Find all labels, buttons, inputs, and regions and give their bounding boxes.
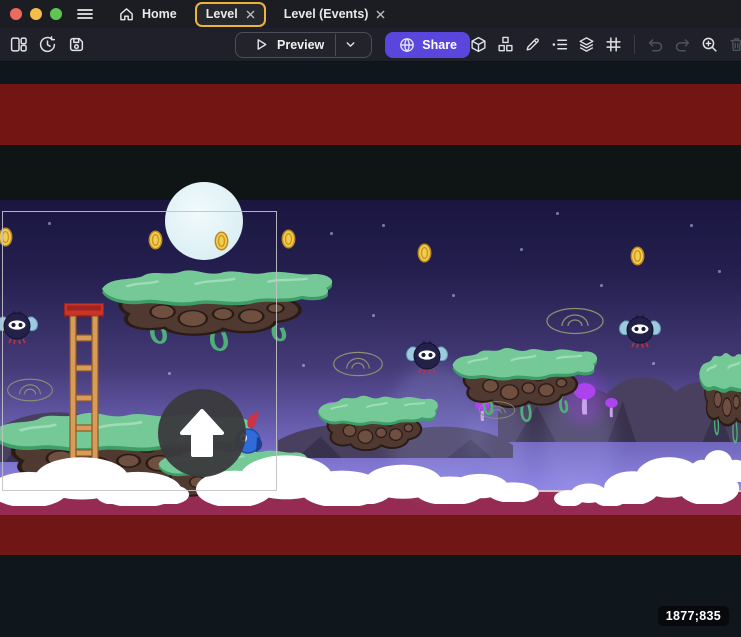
history-icon[interactable] [39, 36, 56, 53]
star [372, 314, 375, 317]
title-bar: Home Level Level (Events) [0, 0, 741, 28]
zoom-in-icon[interactable] [701, 36, 718, 53]
coin[interactable] [417, 243, 432, 263]
traffic-lights [10, 8, 62, 20]
layers-icon[interactable] [578, 36, 595, 53]
eye-marker[interactable] [545, 306, 605, 336]
cloud[interactable] [554, 482, 628, 506]
traffic-light-maximize[interactable] [50, 8, 62, 20]
tab-level-events[interactable]: Level (Events) [271, 0, 399, 28]
divider [634, 35, 635, 54]
instances-list-icon[interactable] [551, 36, 568, 53]
star [520, 248, 523, 251]
coin[interactable] [281, 229, 296, 249]
floating-island[interactable] [698, 348, 741, 456]
objects-cube-icon[interactable] [470, 36, 487, 53]
share-label: Share [422, 38, 457, 52]
chevron-down-icon[interactable] [336, 38, 365, 51]
tab-home-label: Home [142, 7, 177, 21]
close-tab-icon[interactable] [376, 10, 385, 19]
close-tab-icon[interactable] [246, 10, 255, 19]
main-menu-icon[interactable] [76, 6, 94, 22]
star [600, 284, 603, 287]
star [452, 294, 455, 297]
undo-icon [647, 36, 664, 53]
eye-marker[interactable] [478, 400, 516, 420]
star [382, 224, 385, 227]
redo-icon [674, 36, 691, 53]
bat-enemy[interactable] [617, 312, 663, 350]
star [718, 270, 721, 273]
tab-level[interactable]: Level [195, 2, 266, 27]
globe-icon [398, 36, 415, 53]
eye-marker[interactable] [332, 350, 384, 378]
play-icon [253, 36, 270, 53]
home-icon [119, 7, 134, 22]
save-icon[interactable] [68, 36, 85, 53]
traffic-light-close[interactable] [10, 8, 22, 20]
top-red-band [0, 84, 741, 145]
floating-island[interactable] [450, 344, 602, 432]
preview-label: Preview [277, 38, 324, 52]
preview-button[interactable]: Preview [235, 32, 372, 58]
bat-enemy[interactable] [404, 338, 450, 376]
scene-editor-canvas[interactable]: 1877;835 [0, 62, 741, 637]
grid-icon[interactable] [605, 36, 622, 53]
app-window: Home Level Level (Events) [0, 0, 741, 637]
tab-home[interactable]: Home [106, 0, 190, 28]
panels-icon[interactable] [10, 36, 27, 53]
tab-level-label: Level [206, 7, 238, 21]
top-dark-band [0, 145, 741, 200]
star [556, 212, 559, 215]
floating-island[interactable] [316, 392, 442, 452]
star [690, 224, 693, 227]
tab-level-events-label: Level (Events) [284, 7, 369, 21]
mushroom[interactable] [604, 396, 618, 418]
cloud[interactable] [426, 472, 541, 502]
edit-pencil-icon[interactable] [524, 36, 541, 53]
up-arrow-button[interactable] [158, 389, 246, 477]
toolbar: Preview Share [0, 28, 741, 62]
cursor-coordinates-badge: 1877;835 [658, 606, 729, 626]
cloud[interactable] [690, 448, 741, 482]
ground-dark-red-band [0, 515, 741, 555]
star [330, 232, 333, 235]
object-groups-icon[interactable] [497, 36, 514, 53]
traffic-light-minimize[interactable] [30, 8, 42, 20]
coin[interactable] [630, 246, 645, 266]
star [302, 364, 305, 367]
share-button[interactable]: Share [385, 32, 470, 58]
trash-icon [728, 36, 741, 53]
